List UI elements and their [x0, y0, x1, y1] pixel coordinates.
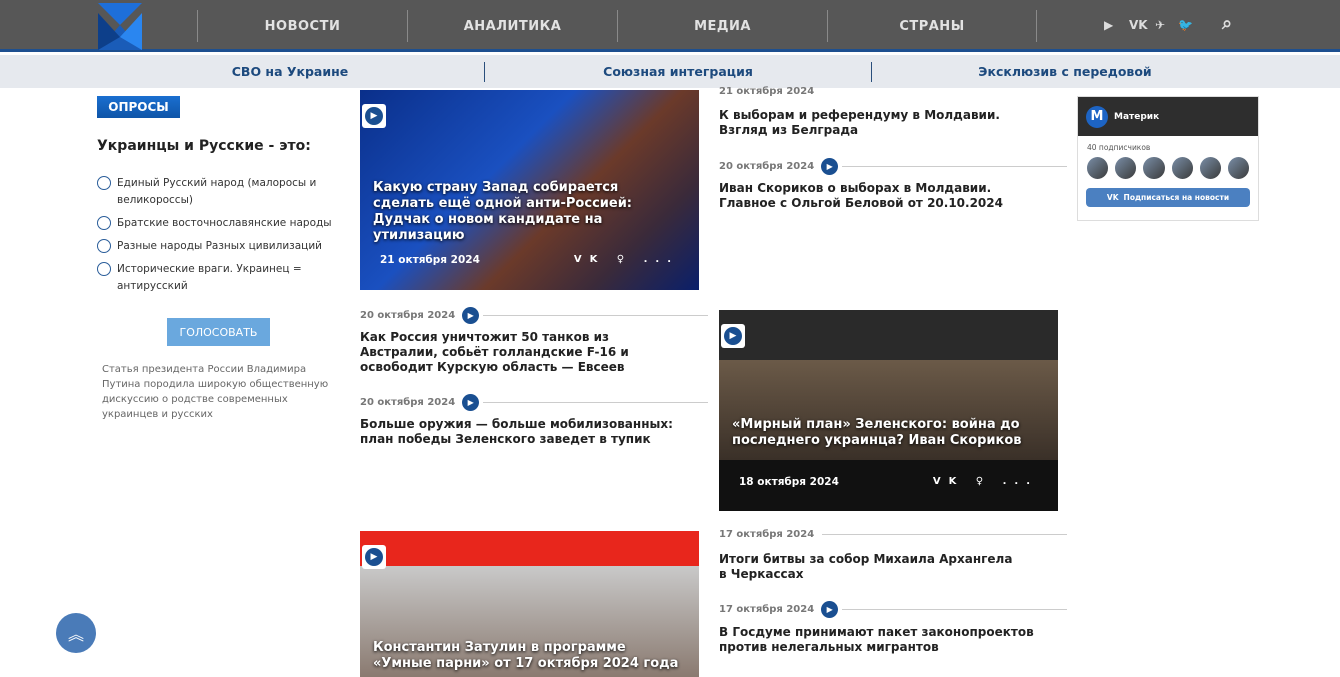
card-date: 18 октября 2024: [739, 476, 839, 488]
play-icon[interactable]: ▶: [462, 307, 480, 324]
youtube-icon[interactable]: ▶: [1104, 18, 1113, 32]
telegram-icon[interactable]: ✈: [1155, 18, 1165, 32]
share-icons[interactable]: VK ♀ ...: [933, 476, 1038, 487]
news-title[interactable]: К выборам и референдуму в Молдавии. Взгл…: [719, 108, 1049, 138]
card-title[interactable]: Какую страну Запад собирается сделать ещ…: [373, 180, 683, 244]
radio[interactable]: [97, 239, 111, 253]
avatar[interactable]: [1227, 157, 1250, 179]
news-title[interactable]: Итоги битвы за собор Михаила Архангела в…: [719, 552, 1019, 582]
vk-icon[interactable]: VK: [1129, 18, 1148, 32]
logo[interactable]: [98, 3, 142, 50]
group-name: Материк: [1114, 111, 1160, 122]
avatar[interactable]: [1171, 157, 1193, 179]
avatar[interactable]: [1199, 157, 1221, 179]
poll-option[interactable]: Единый Русский народ (малоросы и великор…: [97, 175, 337, 209]
scroll-top-button[interactable]: ︽: [56, 613, 96, 653]
twitter-icon[interactable]: 🐦: [1178, 18, 1193, 32]
poll-note: Статья президента России Владимира Путин…: [102, 364, 329, 420]
radio[interactable]: [97, 262, 111, 276]
play-icon[interactable]: ▶: [821, 158, 839, 175]
play-icon[interactable]: ▶: [362, 545, 386, 569]
radio[interactable]: [97, 176, 111, 190]
chevron-up-icon: ︽: [67, 625, 84, 644]
option-label: Исторические враги. Украинец = антирусск…: [117, 263, 302, 292]
nav-news[interactable]: НОВОСТИ: [197, 10, 407, 42]
card-title[interactable]: Константин Затулин в программе «Умные па…: [373, 640, 683, 672]
header: НОВОСТИ АНАЛИТИКА МЕДИА СТРАНЫ ▶ VK ✈ 🐦 …: [0, 0, 1340, 52]
vote-button[interactable]: ГОЛОСОВАТЬ: [167, 318, 270, 346]
video-card[interactable]: ▶ Константин Затулин в программе «Умные …: [360, 531, 699, 677]
news-title[interactable]: В Госдуме принимают пакет законопроектов…: [719, 625, 1039, 655]
play-icon[interactable]: ▶: [362, 104, 386, 128]
poll-option[interactable]: Исторические враги. Украинец = антирусск…: [97, 261, 337, 295]
nav-analytics[interactable]: АНАЛИТИКА: [407, 10, 617, 42]
subnav-svo[interactable]: СВО на Украине: [97, 55, 483, 88]
card-title[interactable]: «Мирный план» Зеленского: война до после…: [732, 417, 1042, 449]
news-date: 20 октября 2024 ▶: [360, 307, 709, 324]
widget-header[interactable]: M Материк: [1078, 97, 1258, 136]
subnav: СВО на Украине Союзная интеграция Эксклю…: [0, 55, 1340, 88]
option-label: Разные народы Разных цивилизаций: [117, 240, 322, 252]
news-title[interactable]: Иван Скориков о выборах в Молдавии. Глав…: [719, 181, 1049, 211]
poll-question: Украинцы и Русские - это:: [97, 138, 311, 154]
avatar[interactable]: [1143, 157, 1165, 179]
news-title[interactable]: Как Россия уничтожит 50 танков из Австра…: [360, 330, 680, 375]
play-icon[interactable]: ▶: [821, 601, 839, 618]
option-label: Братские восточнославянские народы: [117, 217, 332, 229]
polls-badge[interactable]: ОПРОСЫ: [97, 96, 180, 118]
subscriber-avatars: [1078, 157, 1258, 179]
news-title[interactable]: Больше оружия — больше мобилизованных: п…: [360, 417, 690, 447]
news-date: 17 октября 2024 ▶: [719, 601, 1068, 618]
subnav-union[interactable]: Союзная интеграция: [485, 55, 871, 88]
news-date: 20 октября 2024 ▶: [719, 158, 1068, 175]
play-icon[interactable]: ▶: [721, 324, 745, 348]
option-label: Единый Русский народ (малоросы и великор…: [117, 177, 317, 206]
play-icon[interactable]: ▶: [462, 394, 480, 411]
poll-option[interactable]: Разные народы Разных цивилизаций: [97, 238, 337, 255]
vk-widget: M Материк 40 подписчиков VK Подписаться на…: [1077, 96, 1259, 221]
poll-option[interactable]: Братские восточнославянские народы: [97, 215, 337, 232]
news-date: 20 октября 2024 ▶: [360, 394, 709, 411]
vk-icon: VK: [1106, 193, 1119, 202]
share-icons[interactable]: VK ♀ ...: [574, 254, 679, 265]
avatar[interactable]: [1087, 157, 1109, 179]
avatar[interactable]: [1115, 157, 1137, 179]
group-logo: M: [1086, 105, 1108, 128]
nav-countries[interactable]: СТРАНЫ: [827, 10, 1037, 42]
subscribe-button[interactable]: VK Подписаться на новости: [1086, 188, 1250, 207]
video-card[interactable]: ▶ «Мирный план» Зеленского: война до пос…: [719, 310, 1058, 511]
subscriber-count: 40 подписчиков: [1087, 143, 1151, 152]
news-date: 21 октября 2024: [719, 86, 815, 97]
card-date: 21 октября 2024: [380, 254, 480, 266]
subnav-exclusive[interactable]: Эксклюзив с передовой: [872, 55, 1258, 88]
news-date: 17 октября 2024: [719, 529, 1068, 540]
radio[interactable]: [97, 216, 111, 230]
search-icon[interactable]: ⌕: [1222, 13, 1232, 34]
video-card[interactable]: ▶ Какую страну Запад собирается сделать …: [360, 90, 699, 290]
nav-media[interactable]: МЕДИА: [617, 10, 827, 42]
